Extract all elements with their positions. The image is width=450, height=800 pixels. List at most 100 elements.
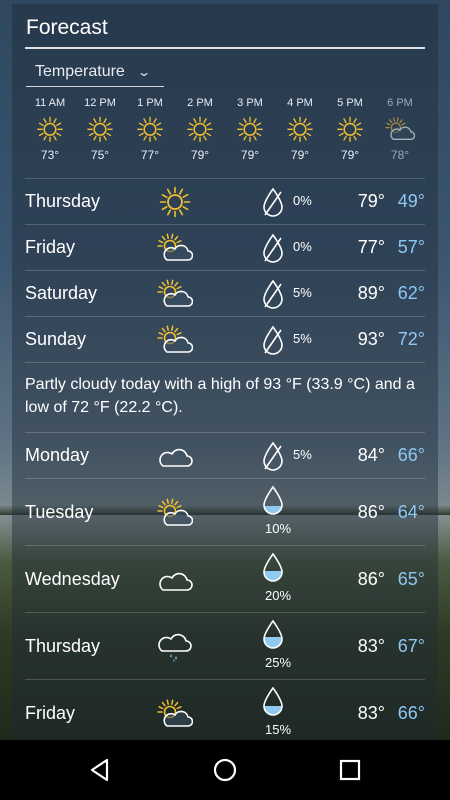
cloud-icon xyxy=(157,440,193,472)
sun-icon xyxy=(275,114,325,144)
no-rain-drop-icon xyxy=(261,324,285,356)
hourly-item: 6 PM 78° xyxy=(375,92,425,162)
hourly-temp: 79° xyxy=(290,148,310,162)
high-temp: 77° xyxy=(357,237,385,257)
sun-icon xyxy=(325,114,375,144)
day-name: Thursday xyxy=(25,191,101,211)
precip-chance: 5% xyxy=(293,285,312,300)
precip-chance: 5% xyxy=(293,447,312,462)
partly-cloudy-icon xyxy=(157,497,194,529)
hourly-temp: 75° xyxy=(90,148,110,162)
high-temp: 84° xyxy=(357,445,385,465)
day-name: Wednesday xyxy=(25,569,120,589)
hourly-time: 6 PM xyxy=(387,97,413,109)
hourly-temp: 77° xyxy=(140,148,160,162)
low-temp: 66° xyxy=(397,703,425,723)
sun-icon xyxy=(75,114,125,144)
sun-icon xyxy=(157,186,193,218)
forecast-row[interactable]: Wednesday 20% 86° 65° xyxy=(25,545,425,612)
hourly-item: 2 PM 79° xyxy=(175,92,225,162)
precip-chance: 0% xyxy=(293,239,312,254)
hourly-item: 3 PM 79° xyxy=(225,92,275,162)
partly-cloudy-icon xyxy=(157,324,194,356)
no-rain-drop-icon xyxy=(261,278,285,310)
raindrop-icon xyxy=(261,484,285,516)
hourly-temp: 79° xyxy=(190,148,210,162)
day-name: Friday xyxy=(25,237,76,257)
hourly-strip[interactable]: 11 AM 73° 12 PM 75° 1 PM 77° 2 PM 79° 3 PM 7… xyxy=(25,92,425,178)
low-temp: 65° xyxy=(397,569,425,589)
high-temp: 89° xyxy=(357,283,385,303)
high-temp: 83° xyxy=(357,636,385,656)
hourly-temp: 73° xyxy=(40,148,60,162)
partly-cloudy-icon xyxy=(157,232,194,264)
partly-cloudy-icon xyxy=(157,698,194,730)
hourly-time: 5 PM xyxy=(337,97,363,109)
chevron-down-icon: ⌄ xyxy=(136,64,151,79)
metric-dropdown[interactable]: Temperature ⌄ xyxy=(26,57,164,87)
home-circle-icon[interactable] xyxy=(211,756,239,784)
day-summary: Partly cloudy today with a high of 93 °F… xyxy=(25,362,425,432)
high-temp: 79° xyxy=(357,191,385,211)
sun-icon xyxy=(175,114,225,144)
day-name: Friday xyxy=(25,703,76,723)
raindrop-icon xyxy=(261,551,285,583)
high-temp: 83° xyxy=(357,703,385,723)
hourly-temp: 78° xyxy=(390,148,410,162)
low-temp: 49° xyxy=(397,191,425,211)
hourly-item: 5 PM 79° xyxy=(325,92,375,162)
hourly-time: 1 PM xyxy=(137,97,163,109)
precip-chance: 20% xyxy=(264,588,292,603)
back-triangle-icon[interactable] xyxy=(86,756,114,784)
title-divider xyxy=(25,47,425,49)
precip-chance: 10% xyxy=(264,521,292,536)
day-name: Monday xyxy=(25,445,90,465)
sun-icon xyxy=(25,114,75,144)
hourly-item: 11 AM 73° xyxy=(25,92,75,162)
raindrop-icon xyxy=(261,618,285,650)
forecast-row[interactable]: Monday 5% 84° 66° xyxy=(25,432,425,478)
forecast-row[interactable]: Thursday 25% 83° 67° xyxy=(25,612,425,679)
day-name: Sunday xyxy=(25,329,87,349)
forecast-row[interactable]: Friday 15% 83° 66° xyxy=(25,679,425,746)
low-temp: 72° xyxy=(397,329,425,349)
low-temp: 64° xyxy=(397,502,425,522)
sun-icon xyxy=(125,114,175,144)
hourly-item: 4 PM 79° xyxy=(275,92,325,162)
rain-cloud-icon xyxy=(157,631,193,663)
system-nav-bar xyxy=(0,740,450,800)
forecast-row[interactable]: Thursday 0% 79° 49° xyxy=(25,178,425,224)
hourly-time: 11 AM xyxy=(34,97,66,109)
partly-cloudy-icon xyxy=(157,278,194,310)
sun-icon xyxy=(225,114,275,144)
precip-chance: 0% xyxy=(293,193,312,208)
daily-forecast-list: Thursday 0% 79° 49° Friday 0% 77° 57° Sa… xyxy=(25,178,425,746)
hourly-item: 1 PM 77° xyxy=(125,92,175,162)
hourly-temp: 79° xyxy=(240,148,260,162)
high-temp: 93° xyxy=(357,329,385,349)
forecast-row[interactable]: Sunday 5% 93° 72° xyxy=(25,316,425,362)
precip-chance: 25% xyxy=(264,655,292,670)
high-temp: 86° xyxy=(357,502,385,522)
forecast-row[interactable]: Tuesday 10% 86° 64° xyxy=(25,478,425,545)
page-title: Forecast xyxy=(26,16,108,39)
hourly-time: 3 PM xyxy=(237,97,263,109)
precip-chance: 5% xyxy=(293,331,312,346)
recents-square-icon[interactable] xyxy=(336,756,364,784)
no-rain-drop-icon xyxy=(261,440,285,472)
hourly-item: 12 PM 75° xyxy=(75,92,125,162)
low-temp: 57° xyxy=(397,237,425,257)
metric-dropdown-label: Temperature xyxy=(35,62,125,80)
day-name: Tuesday xyxy=(25,502,94,522)
no-rain-drop-icon xyxy=(261,232,285,264)
hourly-time: 4 PM xyxy=(287,97,313,109)
high-temp: 86° xyxy=(357,569,385,589)
low-temp: 66° xyxy=(397,445,425,465)
day-name: Thursday xyxy=(25,636,101,656)
no-rain-drop-icon xyxy=(261,186,285,218)
low-temp: 62° xyxy=(397,283,425,303)
low-temp: 67° xyxy=(397,636,425,656)
raindrop-icon xyxy=(261,685,285,717)
forecast-row[interactable]: Saturday 5% 89° 62° xyxy=(25,270,425,316)
forecast-row[interactable]: Friday 0% 77° 57° xyxy=(25,224,425,270)
